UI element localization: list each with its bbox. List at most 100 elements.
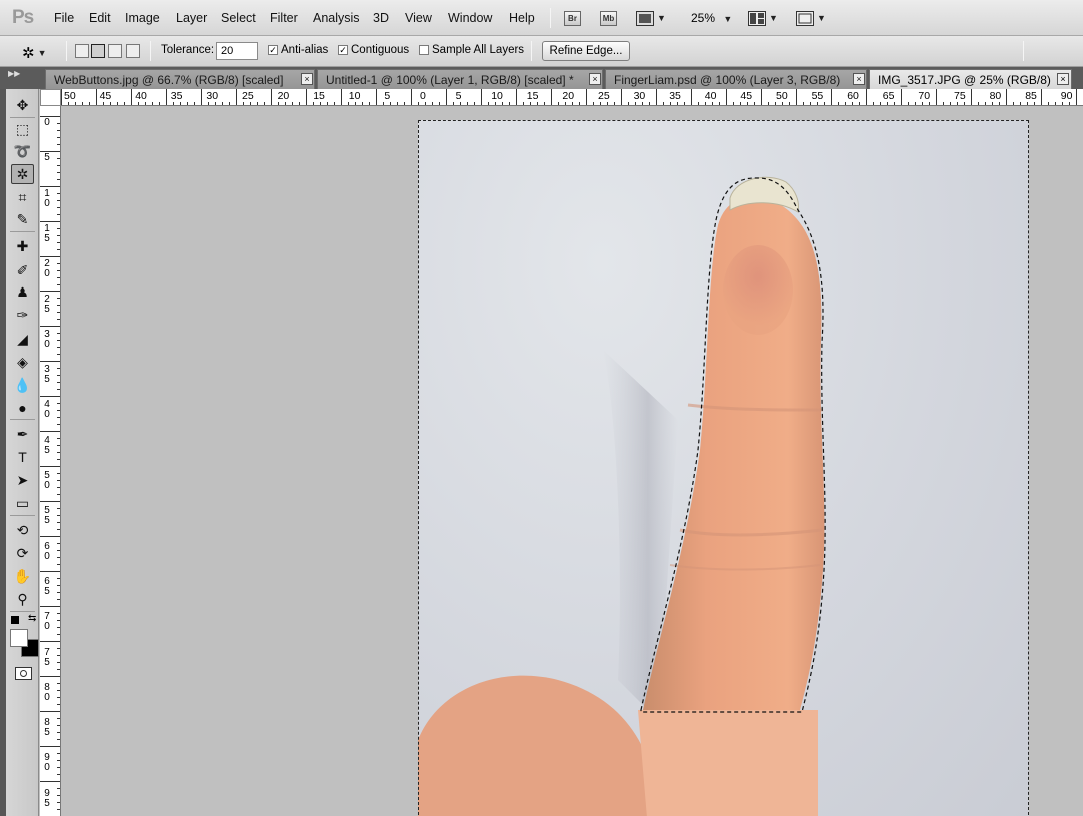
- collapse-panel-icon[interactable]: ▶▶: [8, 69, 20, 78]
- healing-brush-tool-icon[interactable]: ✚: [11, 236, 34, 256]
- ruler-label: 80: [44, 681, 50, 703]
- blur-tool-icon[interactable]: 💧: [11, 375, 34, 395]
- close-icon[interactable]: ×: [589, 73, 601, 85]
- chevron-down-icon: ▼: [37, 48, 47, 58]
- ruler-label: 55: [44, 505, 50, 527]
- ruler-label: 90: [1060, 90, 1073, 102]
- lasso-tool-icon[interactable]: ➰: [11, 141, 34, 161]
- screen-mode-button[interactable]: ▼: [796, 9, 826, 27]
- tolerance-input[interactable]: [216, 42, 258, 60]
- launch-minibridge-button[interactable]: Mb: [600, 9, 617, 27]
- menu-help[interactable]: Help: [509, 11, 535, 25]
- document-tab[interactable]: WebButtons.jpg @ 66.7% (RGB/8) [scaled] …: [45, 69, 315, 89]
- arrange-grid-icon: [748, 10, 766, 26]
- eyedropper-tool-icon[interactable]: ✎: [11, 209, 34, 229]
- tool-preset-picker[interactable]: ✲ ▼: [22, 44, 47, 62]
- zoom-tool-icon[interactable]: ⚲: [11, 589, 34, 609]
- document-tab[interactable]: FingerLiam.psd @ 100% (Layer 3, RGB/8) ×: [605, 69, 867, 89]
- ruler-label: 70: [44, 611, 50, 633]
- finger-photo[interactable]: [418, 120, 1029, 816]
- menu-3d[interactable]: 3D: [373, 11, 389, 25]
- options-bar: ✲ ▼ Tolerance: ✓ Anti-alias ✓ Contiguous…: [0, 36, 1083, 67]
- options-separator: [531, 41, 532, 61]
- type-tool-icon[interactable]: T: [11, 447, 34, 467]
- antialias-option[interactable]: ✓ Anti-alias: [268, 44, 328, 56]
- path-selection-tool-icon[interactable]: ➤: [11, 470, 34, 490]
- dodge-tool-icon[interactable]: ●: [11, 398, 34, 418]
- ruler-label: 15: [313, 90, 325, 102]
- pen-tool-icon[interactable]: ✒: [11, 424, 34, 444]
- ruler-label: 30: [633, 90, 646, 102]
- 3d-orbit-tool-icon[interactable]: ⟳: [11, 543, 34, 563]
- zoom-level-select[interactable]: 25% ▼: [691, 11, 732, 25]
- menu-layer[interactable]: Layer: [176, 11, 207, 25]
- close-icon[interactable]: ×: [301, 73, 313, 85]
- new-selection-mode-icon[interactable]: [75, 44, 89, 58]
- ruler-origin[interactable]: [40, 89, 61, 106]
- document-tab-label: FingerLiam.psd @ 100% (Layer 3, RGB/8): [614, 73, 841, 87]
- document-tab-bar: WebButtons.jpg @ 66.7% (RGB/8) [scaled] …: [0, 67, 1083, 89]
- refine-edge-button[interactable]: Refine Edge...: [542, 41, 630, 61]
- default-colors-icon[interactable]: [11, 616, 19, 624]
- intersect-selection-mode-icon[interactable]: [126, 44, 140, 58]
- menu-edit[interactable]: Edit: [89, 11, 111, 25]
- subtract-from-selection-mode-icon[interactable]: [108, 44, 122, 58]
- contiguous-label: Contiguous: [351, 44, 410, 56]
- eraser-tool-icon[interactable]: ◢: [11, 329, 34, 349]
- menu-file[interactable]: File: [54, 11, 74, 25]
- ruler-label: 45: [44, 434, 50, 456]
- ruler-label: 55: [811, 90, 824, 102]
- brush-tool-icon[interactable]: ✐: [11, 260, 34, 280]
- menu-analysis[interactable]: Analysis: [313, 11, 360, 25]
- minibridge-icon: Mb: [600, 10, 617, 26]
- tool-divider: [10, 231, 35, 232]
- menu-window[interactable]: Window: [448, 11, 492, 25]
- rectangle-shape-tool-icon[interactable]: ▭: [11, 493, 34, 513]
- hand-tool-icon[interactable]: ✋: [11, 566, 34, 586]
- menu-select[interactable]: Select: [221, 11, 256, 25]
- contiguous-checkbox[interactable]: ✓: [338, 45, 348, 55]
- ruler-label: 85: [44, 717, 50, 739]
- magic-wand-tool-icon[interactable]: ✲: [11, 164, 34, 184]
- menu-filter[interactable]: Filter: [270, 11, 298, 25]
- document-canvas[interactable]: [62, 107, 1083, 816]
- ruler-label: 35: [669, 90, 681, 102]
- menu-view[interactable]: View: [405, 11, 432, 25]
- 3d-rotate-tool-icon[interactable]: ⟲: [11, 520, 34, 540]
- close-icon[interactable]: ×: [1057, 73, 1069, 85]
- arrange-documents-button[interactable]: ▼: [748, 9, 778, 27]
- chevron-down-icon: ▼: [718, 14, 733, 24]
- close-icon[interactable]: ×: [853, 73, 865, 85]
- menu-image[interactable]: Image: [125, 11, 160, 25]
- launch-bridge-button[interactable]: Br: [564, 9, 581, 27]
- sample-all-layers-checkbox[interactable]: [419, 45, 429, 55]
- ruler-label: 75: [954, 90, 966, 102]
- history-brush-tool-icon[interactable]: ✑: [11, 305, 34, 325]
- view-extras-button[interactable]: ▼: [636, 9, 666, 27]
- horizontal-ruler[interactable]: 50 45 40 35 30 25 20 15 10 5 0 5 10 15 20 25 30 35 40 45 50 5…: [61, 89, 1083, 106]
- document-tab-active[interactable]: IMG_3517.JPG @ 25% (RGB/8) ×: [869, 69, 1072, 89]
- clone-stamp-tool-icon[interactable]: ♟: [11, 282, 34, 302]
- foreground-color-swatch[interactable]: [10, 629, 28, 647]
- vertical-ruler[interactable]: 0 5 10 15 20 25 30 35 40 45 50 55 60 65 70 75 80 85 90 95: [40, 106, 61, 816]
- contiguous-option[interactable]: ✓ Contiguous: [338, 44, 409, 56]
- swap-colors-icon[interactable]: ⇆: [28, 613, 36, 624]
- ruler-label: 40: [44, 399, 50, 421]
- ruler-label: 35: [170, 90, 183, 102]
- crop-tool-icon[interactable]: ⌗: [11, 187, 34, 207]
- quick-mask-icon[interactable]: [15, 667, 32, 680]
- ruler-label: 5: [44, 152, 50, 164]
- sample-all-layers-option[interactable]: Sample All Layers: [419, 44, 524, 56]
- add-to-selection-mode-icon[interactable]: [91, 44, 105, 58]
- document-tab[interactable]: Untitled-1 @ 100% (Layer 1, RGB/8) [scal…: [317, 69, 603, 89]
- ruler-label: 45: [99, 90, 112, 102]
- ruler-label: 30: [206, 90, 219, 102]
- rectangular-marquee-tool-icon[interactable]: ⬚: [11, 119, 34, 139]
- move-tool-icon[interactable]: ✥: [11, 95, 34, 115]
- ruler-label: 85: [1025, 90, 1037, 102]
- ruler-label: 60: [847, 90, 859, 102]
- paint-bucket-tool-icon[interactable]: ◈: [11, 352, 34, 372]
- antialias-checkbox[interactable]: ✓: [268, 45, 278, 55]
- magic-wand-icon: ✲: [22, 45, 35, 62]
- ruler-label: 20: [277, 90, 290, 102]
